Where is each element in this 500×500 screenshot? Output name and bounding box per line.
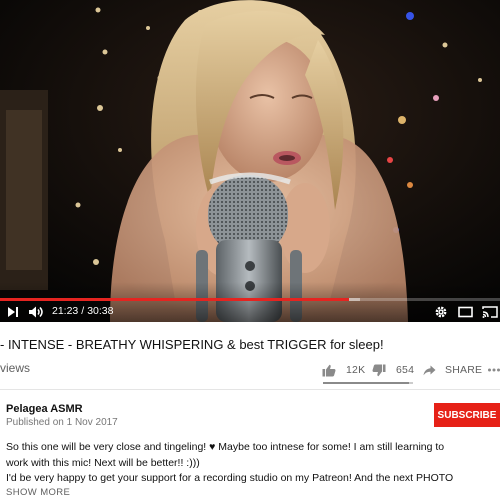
video-frame[interactable]: [0, 0, 500, 322]
cast-button[interactable]: [482, 304, 498, 320]
description-line: work with this mic! Next will be better!…: [6, 456, 200, 469]
subscribe-button[interactable]: SUBSCRIBE: [434, 403, 500, 427]
divider: [0, 389, 500, 390]
more-icon: [488, 368, 500, 372]
settings-button[interactable]: [434, 304, 448, 320]
skip-next-icon: [8, 307, 18, 317]
share-button[interactable]: SHARE: [423, 362, 482, 378]
like-count: 12K: [346, 364, 366, 376]
theater-mode-button[interactable]: [458, 304, 473, 320]
theater-mode-icon: [458, 306, 473, 318]
description-line: I'd be very happy to get your support fo…: [6, 472, 454, 484]
dislike-count: 654: [396, 364, 415, 376]
more-button[interactable]: [488, 362, 500, 378]
share-arrow-icon: [423, 365, 436, 375]
publish-date: Published on 1 Nov 2017: [6, 417, 118, 428]
duration: 30:38: [87, 305, 114, 317]
channel-name[interactable]: Pelagea ASMR: [6, 403, 83, 415]
progress-bar[interactable]: [0, 298, 500, 301]
thumb-up-icon: [322, 364, 336, 376]
skip-next-button[interactable]: [6, 304, 20, 320]
thumb-down-icon: [372, 364, 386, 376]
progress-played: [0, 298, 349, 301]
time-separator: /: [81, 305, 85, 317]
gear-icon: [435, 306, 447, 318]
time-display: 21:23/30:38: [52, 305, 113, 317]
like-button[interactable]: 12K: [322, 362, 365, 378]
description-line: So this one will be very close and tinge…: [6, 441, 445, 453]
volume-button[interactable]: [28, 304, 44, 320]
video-player[interactable]: 21:23/30:38: [0, 0, 500, 322]
video-title: - INTENSE - BREATHY WHISPERING & best TR…: [0, 337, 384, 352]
volume-icon: [29, 306, 43, 318]
share-label: SHARE: [445, 364, 483, 376]
show-more-button[interactable]: SHOW MORE: [6, 487, 70, 498]
description: So this one will be very close and tinge…: [6, 440, 454, 487]
sentiment-bar: [323, 382, 413, 384]
sentiment-like-fill: [323, 382, 409, 384]
cast-icon: [482, 306, 498, 318]
view-count: views: [0, 361, 31, 375]
current-time: 21:23: [52, 305, 79, 317]
dislike-button[interactable]: 654: [372, 362, 414, 378]
